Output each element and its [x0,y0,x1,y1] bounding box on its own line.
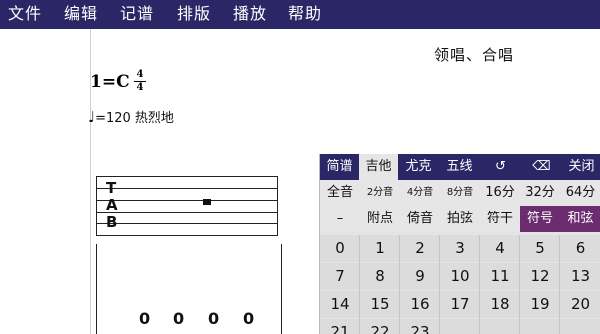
symbol-button[interactable]: 符号 [520,206,560,232]
fret-key[interactable]: 23 [400,319,440,334]
keypad-duration-row: 全音 2分音 4分音 8分音 16分 32分 64分 [320,180,600,206]
tab-letter-b: B [106,213,118,231]
menu-notate[interactable]: 记谱 [120,4,154,24]
fret-key[interactable]: 13 [560,263,600,290]
fret-key[interactable]: 4 [480,235,520,262]
fret-key[interactable]: 11 [480,263,520,290]
duration-quarter[interactable]: 4分音 [400,180,440,206]
menu-edit[interactable]: 编辑 [64,4,98,24]
score-subtitle: 领唱、合唱 [434,46,515,64]
fret-key[interactable]: 10 [440,263,480,290]
fret-number-row: 21 22 23 [320,319,600,334]
mode-ukulele-tab[interactable]: 尤克 [398,154,439,180]
fret-key[interactable]: 19 [520,291,560,318]
fret-key[interactable] [480,319,520,334]
numbered-note[interactable]: 0 [208,309,219,328]
time-signature-numerator: 4 [136,69,144,80]
duration-64th[interactable]: 64分 [560,180,600,206]
fret-key[interactable]: 18 [480,291,520,318]
menu-bar: 文件 编辑 记谱 排版 播放 帮助 [0,0,600,29]
menu-help[interactable]: 帮助 [288,4,322,24]
chord-button[interactable]: 和弦 [560,206,600,232]
close-button[interactable]: 关闭 [562,154,600,180]
time-signature-denominator: 4 [136,82,144,93]
fret-key[interactable]: 21 [320,319,360,334]
input-keypad: 简谱 吉他 尤克 五线 ↺ ⌫ 关闭 全音 2分音 4分音 8分音 16分 32… [319,154,600,334]
fret-key[interactable]: 3 [440,235,480,262]
mode-jianpu-tab[interactable]: 简谱 [320,154,359,180]
backspace-icon[interactable]: ⌫ [521,154,562,180]
fret-number-row: 7 8 9 10 11 12 13 [320,263,600,290]
fret-key[interactable] [520,319,560,334]
tempo-text: =120 热烈地 [95,111,174,126]
fret-key[interactable]: 1 [360,235,400,262]
keypad-divider [479,235,480,334]
time-signature: 4 4 [134,70,146,93]
stem-button[interactable]: 符干 [480,206,520,232]
fret-key[interactable]: 7 [320,263,360,290]
whole-rest-icon [203,199,211,205]
menu-layout[interactable]: 排版 [177,4,211,24]
fret-number-row: 14 15 16 17 18 19 20 [320,291,600,318]
dot-button[interactable]: 附点 [360,206,400,232]
duration-eighth[interactable]: 8分音 [440,180,480,206]
tab-letter-a: A [106,196,118,214]
fret-key[interactable]: 20 [560,291,600,318]
grace-note-button[interactable]: 倚音 [400,206,440,232]
keypad-divider [559,235,560,334]
tempo-marking: ♩=120 热烈地 [88,107,174,126]
slap-button[interactable]: 拍弦 [440,206,480,232]
key-signature: 1=C [90,72,130,92]
tab-letter-t: T [106,179,117,197]
fret-number-row: 0 1 2 3 4 5 6 [320,235,600,262]
numbered-note[interactable]: 0 [243,309,254,328]
menu-play[interactable]: 播放 [233,4,267,24]
keypad-divider [439,235,440,334]
fret-key[interactable]: 6 [560,235,600,262]
undo-icon[interactable]: ↺ [480,154,521,180]
menu-file[interactable]: 文件 [8,4,42,24]
duration-half[interactable]: 2分音 [360,180,400,206]
staff-barline [281,244,282,334]
fret-key[interactable]: 9 [400,263,440,290]
staff-barline [96,244,97,334]
fret-key[interactable] [440,319,480,334]
fret-key[interactable]: 16 [400,291,440,318]
keypad-mode-row: 简谱 吉他 尤克 五线 ↺ ⌫ 关闭 [320,154,600,180]
fret-key[interactable]: 0 [320,235,360,262]
duration-32nd[interactable]: 32分 [520,180,560,206]
keypad-divider [519,235,520,334]
duration-whole[interactable]: 全音 [320,180,360,206]
mode-guitar-tab[interactable]: 吉他 [359,154,398,180]
fret-key[interactable]: 12 [520,263,560,290]
fret-key[interactable] [560,319,600,334]
fret-key[interactable]: 2 [400,235,440,262]
fret-key[interactable]: 17 [440,291,480,318]
dash-button[interactable]: – [320,206,360,232]
keypad-modifier-row: – 附点 倚音 拍弦 符干 符号 和弦 [320,206,600,232]
fret-key[interactable]: 8 [360,263,400,290]
numbered-note[interactable]: 0 [139,309,150,328]
keypad-divider [399,235,400,334]
keypad-divider [359,235,360,334]
duration-16th[interactable]: 16分 [480,180,520,206]
numbered-note[interactable]: 0 [173,309,184,328]
mode-staff-tab[interactable]: 五线 [439,154,480,180]
fret-key[interactable]: 22 [360,319,400,334]
fret-key[interactable]: 15 [360,291,400,318]
fret-key[interactable]: 14 [320,291,360,318]
fret-key[interactable]: 5 [520,235,560,262]
